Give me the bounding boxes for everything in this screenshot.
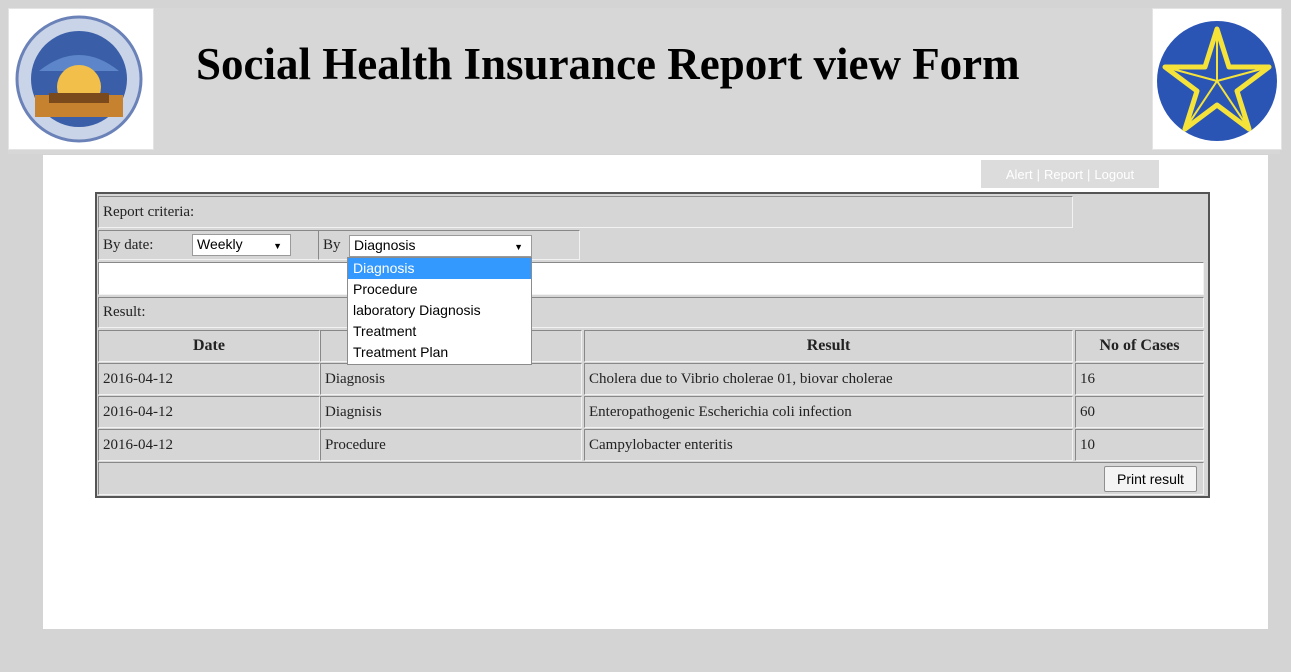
by-type-select[interactable]: Diagnosis ▼ — [349, 235, 532, 257]
result-label: Result: — [98, 297, 1204, 328]
table-cell-date: 2016-04-12 — [98, 429, 320, 461]
by-type-label: By — [323, 237, 341, 253]
report-criteria-label: Report criteria: — [98, 196, 1073, 228]
result-footer-row — [98, 462, 1204, 495]
dropdown-option-treatment-plan[interactable]: Treatment Plan — [348, 342, 531, 363]
government-emblem — [1152, 8, 1282, 150]
nav-report-link[interactable]: Report — [1044, 167, 1083, 182]
table-cell-cases: 10 — [1075, 429, 1204, 461]
table-cell-date: 2016-04-12 — [98, 363, 320, 395]
chevron-down-icon: ▼ — [514, 242, 523, 252]
nav-separator: | — [1036, 166, 1040, 182]
print-result-button[interactable]: Print result — [1104, 466, 1197, 492]
page-title: Social Health Insurance Report view Form — [196, 39, 1020, 89]
top-nav: Alert | Report | Logout — [981, 160, 1159, 188]
table-cell-type: Procedure — [320, 429, 582, 461]
health-insurance-seal-icon — [15, 15, 143, 143]
dropdown-option-diagnosis[interactable]: Diagnosis — [348, 258, 531, 279]
table-cell-result: Enteropathogenic Escherichia coli infect… — [584, 396, 1073, 428]
dropdown-option-procedure[interactable]: Procedure — [348, 279, 531, 300]
agency-logo — [8, 8, 154, 150]
table-cell-type: Diagnosis — [320, 363, 582, 395]
ethiopia-star-icon — [1157, 21, 1277, 141]
table-cell-type: Diagnisis — [320, 396, 582, 428]
table-cell-cases: 16 — [1075, 363, 1204, 395]
by-date-select-value: Weekly — [197, 236, 243, 252]
nav-separator: | — [1087, 166, 1091, 182]
nav-alert-link[interactable]: Alert — [1006, 167, 1033, 182]
nav-logout-link[interactable]: Logout — [1094, 167, 1134, 182]
by-date-label: By date: — [103, 237, 154, 253]
by-type-dropdown-list: Diagnosis Procedure laboratory Diagnosis… — [347, 257, 532, 365]
column-header-result: Result — [584, 330, 1073, 362]
column-header-date: Date — [98, 330, 320, 362]
table-cell-result: Campylobacter enteritis — [584, 429, 1073, 461]
by-date-select[interactable]: Weekly ▼ — [192, 234, 291, 256]
table-cell-result: Cholera due to Vibrio cholerae 01, biova… — [584, 363, 1073, 395]
chevron-down-icon: ▼ — [273, 241, 282, 251]
by-type-select-value: Diagnosis — [354, 237, 416, 253]
column-header-cases: No of Cases — [1075, 330, 1204, 362]
table-cell-cases: 60 — [1075, 396, 1204, 428]
criteria-blank-row — [98, 262, 1204, 295]
table-cell-date: 2016-04-12 — [98, 396, 320, 428]
dropdown-option-laboratory-diagnosis[interactable]: laboratory Diagnosis — [348, 300, 531, 321]
dropdown-option-treatment[interactable]: Treatment — [348, 321, 531, 342]
